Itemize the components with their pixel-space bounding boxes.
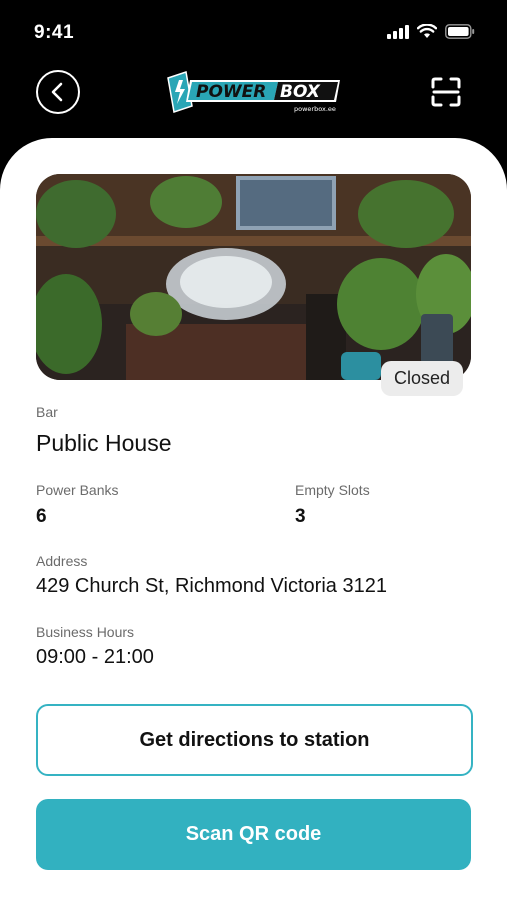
status-badge: Closed (381, 361, 463, 396)
address-value: 429 Church St, Richmond Victoria 3121 (36, 575, 387, 597)
cellular-signal-icon (387, 24, 409, 39)
scan-button[interactable] (431, 77, 461, 107)
status-icons (387, 24, 475, 39)
svg-text:BOX: BOX (280, 82, 321, 102)
empty-slots-value: 3 (295, 506, 306, 527)
station-photo (36, 174, 471, 380)
scan-frame-icon (431, 77, 461, 107)
station-detail-sheet: Closed Bar Public House Power Banks 6 Em… (0, 138, 507, 900)
power-banks-label: Power Banks (36, 482, 119, 498)
top-header: POWER BOX powerbox.ee (0, 60, 507, 130)
status-bar: 9:41 (0, 0, 507, 60)
business-hours-label: Business Hours (36, 624, 135, 640)
business-hours-value: 09:00 - 21:00 (36, 646, 154, 668)
svg-text:POWER: POWER (196, 82, 266, 102)
get-directions-button[interactable]: Get directions to station (36, 704, 473, 776)
empty-slots-label: Empty Slots (295, 482, 370, 498)
chevron-left-icon (51, 82, 63, 102)
svg-text:powerbox.ee: powerbox.ee (294, 105, 336, 113)
scan-qr-button[interactable]: Scan QR code (36, 799, 471, 870)
category-label: Bar (36, 404, 58, 420)
status-time: 9:41 (34, 22, 75, 43)
address-label: Address (36, 553, 88, 569)
battery-icon (445, 24, 475, 39)
powerbox-logo: POWER BOX powerbox.ee (167, 71, 340, 113)
station-name: Public House (36, 430, 172, 456)
wifi-icon (417, 24, 437, 38)
bar-interior-image (36, 174, 471, 380)
power-banks-value: 6 (36, 506, 47, 527)
back-button[interactable] (36, 70, 80, 114)
